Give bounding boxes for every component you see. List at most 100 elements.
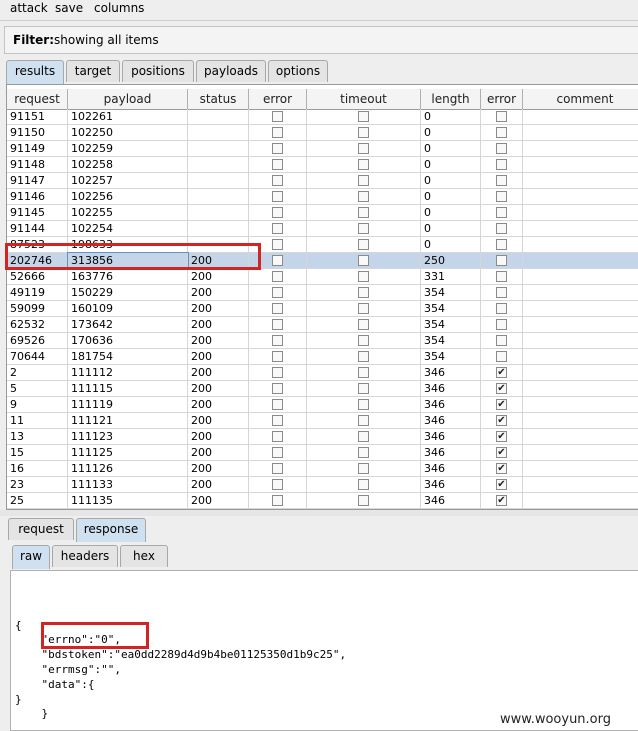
timeout-checkbox[interactable]: [358, 191, 369, 202]
col-payload[interactable]: payload: [68, 89, 188, 109]
error-checkbox[interactable]: [496, 319, 507, 330]
table-row[interactable]: 91146 102256 0: [7, 189, 638, 205]
error-checkbox[interactable]: [272, 463, 283, 474]
error-checkbox[interactable]: [496, 127, 507, 138]
tab-raw[interactable]: raw: [12, 545, 50, 569]
error-checkbox[interactable]: [272, 207, 283, 218]
timeout-checkbox[interactable]: [358, 207, 369, 218]
error-checkbox[interactable]: [272, 367, 283, 378]
col-length[interactable]: length: [421, 89, 481, 109]
error-checkbox[interactable]: [272, 495, 283, 506]
timeout-checkbox[interactable]: [358, 287, 369, 298]
error-checkbox[interactable]: ✔: [496, 399, 507, 410]
error-checkbox[interactable]: [272, 399, 283, 410]
error-checkbox[interactable]: [272, 127, 283, 138]
error-checkbox[interactable]: [496, 287, 507, 298]
error-checkbox[interactable]: ✔: [496, 463, 507, 474]
error-checkbox[interactable]: [496, 207, 507, 218]
timeout-checkbox[interactable]: [358, 415, 369, 426]
error-checkbox[interactable]: [496, 223, 507, 234]
error-checkbox[interactable]: [272, 111, 283, 122]
table-row[interactable]: 9 111119 200 346 ✔: [7, 397, 638, 413]
timeout-checkbox[interactable]: [358, 351, 369, 362]
table-row[interactable]: 70644 181754 200 354: [7, 349, 638, 365]
error-checkbox[interactable]: [272, 479, 283, 490]
table-row[interactable]: 15 111125 200 346 ✔: [7, 445, 638, 461]
tab-positions[interactable]: positions: [122, 60, 194, 82]
error-checkbox[interactable]: [272, 415, 283, 426]
error-checkbox[interactable]: [272, 191, 283, 202]
timeout-checkbox[interactable]: [358, 463, 369, 474]
tab-hex[interactable]: hex: [120, 545, 168, 567]
error-checkbox[interactable]: [496, 143, 507, 154]
error-checkbox[interactable]: [272, 447, 283, 458]
col-timeout[interactable]: timeout: [307, 89, 421, 109]
pane-splitter[interactable]: [0, 510, 638, 516]
error-checkbox[interactable]: [496, 191, 507, 202]
table-row[interactable]: 11 111121 200 346 ✔: [7, 413, 638, 429]
col-error[interactable]: error: [249, 89, 307, 109]
col-status[interactable]: status: [188, 89, 249, 109]
error-checkbox[interactable]: ✔: [496, 383, 507, 394]
timeout-checkbox[interactable]: [358, 383, 369, 394]
table-row[interactable]: 91149 102259 0: [7, 141, 638, 157]
timeout-checkbox[interactable]: [358, 143, 369, 154]
timeout-checkbox[interactable]: [358, 175, 369, 186]
timeout-checkbox[interactable]: [358, 399, 369, 410]
timeout-checkbox[interactable]: [358, 479, 369, 490]
timeout-checkbox[interactable]: [358, 447, 369, 458]
tab-request[interactable]: request: [8, 518, 74, 540]
table-row[interactable]: 23 111133 200 346 ✔: [7, 477, 638, 493]
error-checkbox[interactable]: [272, 319, 283, 330]
error-checkbox[interactable]: [272, 431, 283, 442]
table-row[interactable]: 91150 102250 0: [7, 125, 638, 141]
table-row[interactable]: 69526 170636 200 354: [7, 333, 638, 349]
error-checkbox[interactable]: [496, 255, 507, 266]
timeout-checkbox[interactable]: [358, 319, 369, 330]
timeout-checkbox[interactable]: [358, 431, 369, 442]
timeout-checkbox[interactable]: [358, 239, 369, 250]
results-table[interactable]: request payload status error timeout len…: [6, 84, 638, 510]
table-row[interactable]: 16 111126 200 346 ✔: [7, 461, 638, 477]
error-checkbox[interactable]: [496, 303, 507, 314]
error-checkbox[interactable]: ✔: [496, 431, 507, 442]
error-checkbox[interactable]: [272, 383, 283, 394]
col-error-2[interactable]: error: [481, 89, 523, 109]
table-row[interactable]: 62532 173642 200 354: [7, 317, 638, 333]
menu-columns[interactable]: columns: [94, 1, 144, 15]
error-checkbox[interactable]: [272, 303, 283, 314]
error-checkbox[interactable]: [496, 239, 507, 250]
tab-results[interactable]: results: [6, 60, 64, 84]
filter-bar[interactable]: Filter: showing all items: [4, 26, 638, 54]
tab-payloads[interactable]: payloads: [196, 60, 266, 82]
error-checkbox[interactable]: [272, 175, 283, 186]
table-row[interactable]: 91151 102261 0: [7, 109, 638, 125]
table-row[interactable]: 25 111135 200 346 ✔: [7, 493, 638, 509]
error-checkbox[interactable]: [272, 287, 283, 298]
tab-response[interactable]: response: [76, 518, 146, 542]
error-checkbox[interactable]: ✔: [496, 367, 507, 378]
error-checkbox[interactable]: [272, 351, 283, 362]
menu-save[interactable]: save: [55, 1, 83, 15]
error-checkbox[interactable]: ✔: [496, 447, 507, 458]
table-row[interactable]: 49119 150229 200 354: [7, 285, 638, 301]
table-row[interactable]: 91148 102258 0: [7, 157, 638, 173]
error-checkbox[interactable]: [496, 351, 507, 362]
error-checkbox[interactable]: [272, 223, 283, 234]
error-checkbox[interactable]: ✔: [496, 415, 507, 426]
error-checkbox[interactable]: [496, 175, 507, 186]
table-row[interactable]: 91147 102257 0: [7, 173, 638, 189]
error-checkbox[interactable]: [272, 239, 283, 250]
timeout-checkbox[interactable]: [358, 111, 369, 122]
tab-headers[interactable]: headers: [52, 545, 118, 567]
timeout-checkbox[interactable]: [358, 367, 369, 378]
error-checkbox[interactable]: [272, 255, 283, 266]
timeout-checkbox[interactable]: [358, 303, 369, 314]
error-checkbox[interactable]: [496, 111, 507, 122]
error-checkbox[interactable]: [272, 271, 283, 282]
table-row[interactable]: 59099 160109 200 354: [7, 301, 638, 317]
col-comment[interactable]: comment: [523, 89, 638, 109]
error-checkbox[interactable]: ✔: [496, 495, 507, 506]
timeout-checkbox[interactable]: [358, 335, 369, 346]
timeout-checkbox[interactable]: [358, 223, 369, 234]
